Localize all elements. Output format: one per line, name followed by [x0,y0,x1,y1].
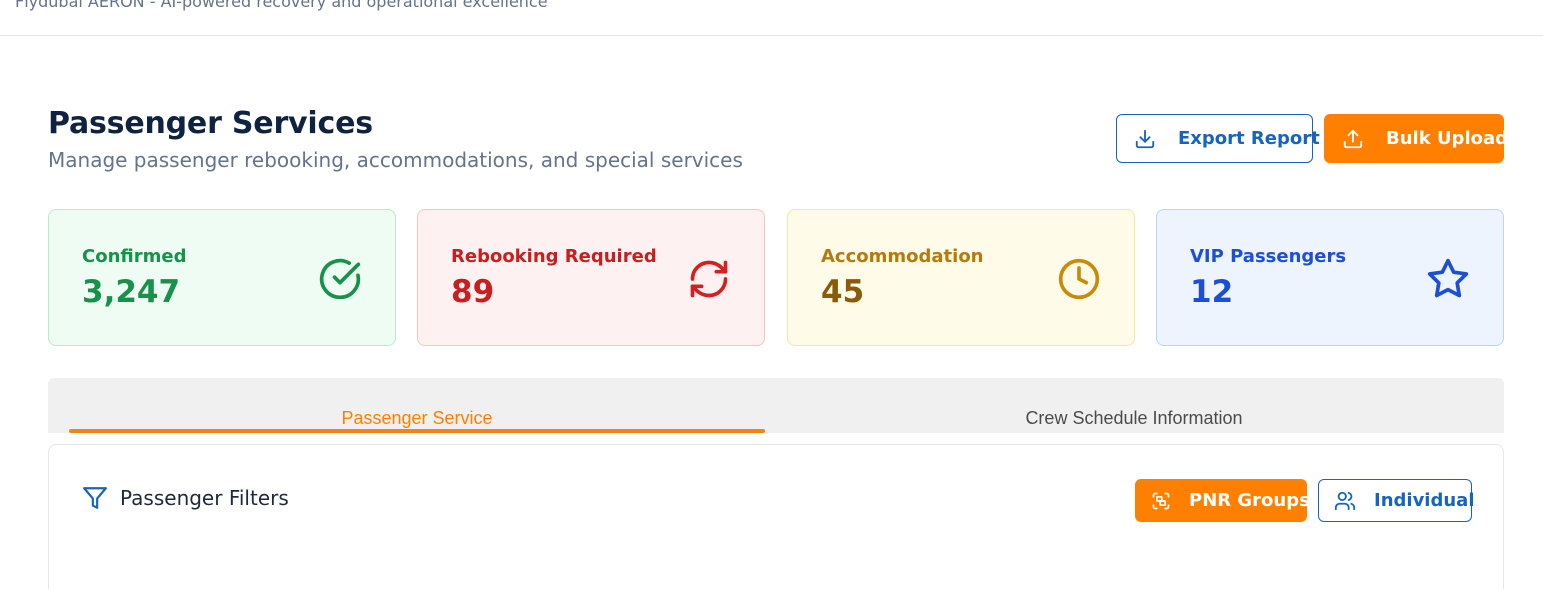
clock-icon [1058,258,1100,300]
page-title: Passenger Services [48,106,373,141]
stat-card-confirmed: Confirmed 3,247 [48,209,396,346]
group-icon [1152,492,1170,509]
individual-button[interactable]: Individual [1318,479,1475,522]
stat-value: 3,247 [82,274,181,310]
upload-icon [1343,129,1363,148]
stat-label: Rebooking Required [451,246,657,267]
stat-value: 12 [1190,274,1234,310]
filters-header: Passenger Filters [82,485,289,511]
refresh-icon [690,260,728,298]
export-report-button[interactable]: Export Report [1116,114,1320,163]
individual-label: Individual [1374,490,1475,511]
tab-crew-schedule[interactable]: Crew Schedule Information [786,378,1482,433]
check-circle-icon [319,258,361,300]
stat-card-vip: VIP Passengers 12 [1156,209,1504,346]
stat-card-rebooking: Rebooking Required 89 [417,209,765,346]
top-bar: Flydubai AERON - AI-powered recovery and… [0,0,1543,36]
pnr-groups-button[interactable]: PNR Groups [1135,479,1310,522]
star-icon [1427,258,1469,298]
filters-title: Passenger Filters [120,486,289,510]
bulk-upload-label: Bulk Upload [1386,128,1509,149]
bulk-upload-button[interactable]: Bulk Upload [1324,114,1508,163]
tab-passenger-service[interactable]: Passenger Service [69,378,765,433]
filter-icon [83,487,107,509]
app-tagline: Flydubai AERON - AI-powered recovery and… [15,0,548,11]
users-icon [1334,491,1356,510]
passenger-filters-panel: Passenger Filters PNR Groups Individual [48,444,1504,589]
pnr-groups-label: PNR Groups [1189,490,1310,511]
page-subtitle: Manage passenger rebooking, accommodatio… [48,148,743,172]
stat-label: Confirmed [82,246,187,267]
stat-label: VIP Passengers [1190,246,1347,267]
tab-label: Crew Schedule Information [1025,408,1243,428]
active-tab-indicator [69,429,765,433]
download-icon [1135,129,1155,148]
stat-value: 45 [821,274,865,310]
tab-bar: Passenger Service Crew Schedule Informat… [48,378,1504,433]
stat-value: 89 [451,274,495,310]
tab-label: Passenger Service [341,408,493,428]
stat-label: Accommodation [821,246,984,267]
export-report-label: Export Report [1178,128,1320,149]
stat-card-accommodation: Accommodation 45 [787,209,1135,346]
